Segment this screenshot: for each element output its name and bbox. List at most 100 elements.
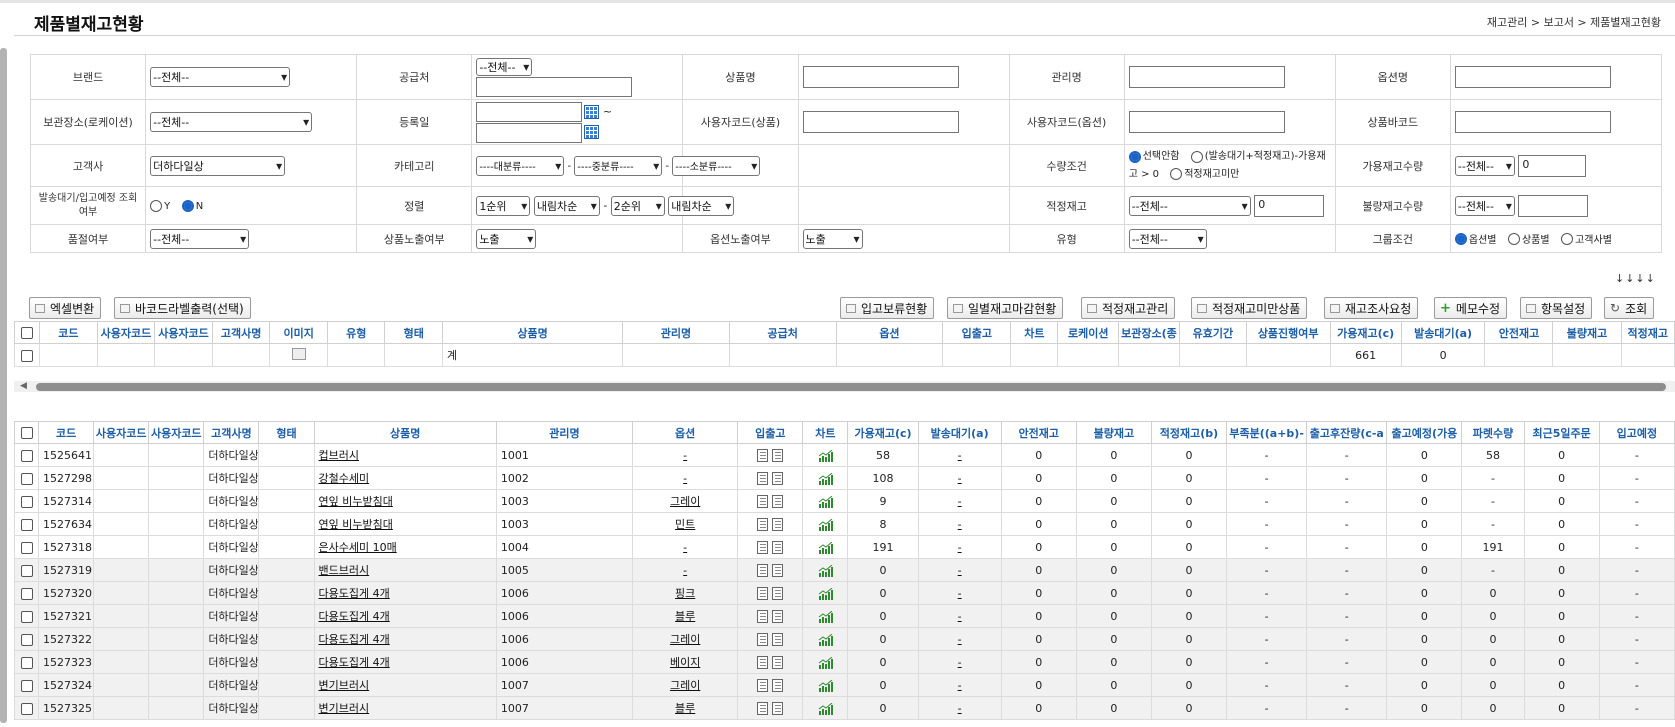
group-option-radio[interactable] — [1454, 232, 1467, 245]
under-proper-button[interactable]: 적정재고미만상품 — [1191, 297, 1308, 319]
table-row[interactable]: 1527324 더하다일상 변기브러시 1007 그레이 0-0 0 0- -0 0 0- — [13, 673, 1675, 697]
product-expose-select[interactable]: 노출 — [476, 228, 537, 249]
table-row[interactable]: 1527314 더하다일상 연잎 비누받침대 1003 그레이 9-0 0 0- -0-0- — [13, 489, 1675, 513]
outbound-doc-icon[interactable] — [772, 494, 784, 508]
proper-stock-button[interactable]: 적정재고관리 — [1081, 297, 1176, 319]
select-all-checkbox[interactable] — [13, 321, 41, 344]
customer-select[interactable]: 더하다일상 — [150, 155, 286, 176]
col-header[interactable]: 사용자코드 — [154, 321, 213, 344]
supplier-input[interactable] — [476, 76, 633, 97]
col-header[interactable]: 가용재고(c) — [847, 421, 919, 444]
wait-link[interactable]: - — [917, 558, 1002, 582]
col-header[interactable]: 불량재고 — [1552, 321, 1622, 344]
qty-condition-none-radio[interactable] — [1128, 150, 1141, 163]
column-settings-button[interactable]: 항목설정 — [1520, 297, 1593, 319]
chart-icon[interactable] — [818, 610, 833, 623]
wait-link[interactable]: - — [917, 466, 1002, 490]
memo-edit-button[interactable]: + 메모수정 — [1434, 297, 1508, 319]
barcode-print-button[interactable]: 바코드라벨출력(선택) — [114, 297, 251, 319]
soldout-select[interactable]: --전체-- — [150, 228, 250, 249]
outbound-doc-icon[interactable] — [772, 563, 784, 577]
wait-link[interactable]: - — [917, 673, 1002, 697]
row-checkbox[interactable] — [13, 512, 40, 536]
col-header[interactable]: 부족분((a+b)- — [1226, 421, 1308, 444]
col-header[interactable]: 안전재고 — [1484, 321, 1554, 344]
product-name-link[interactable]: 컵브러시 — [313, 443, 497, 467]
option-link[interactable]: - — [632, 443, 739, 467]
col-header[interactable]: 로케이션 — [1057, 321, 1120, 344]
col-header[interactable]: 가용재고(c) — [1329, 321, 1402, 344]
row-checkbox[interactable] — [13, 627, 40, 651]
outbound-doc-icon[interactable] — [772, 655, 784, 669]
excel-button[interactable]: 엑셀변환 — [29, 297, 102, 319]
table-row[interactable]: 1527298 더하다일상 강철수세미 1002-108-0 0 0- -0-0- — [13, 466, 1675, 490]
brand-select[interactable]: --전체-- — [150, 67, 291, 87]
product-name-link[interactable]: 다용도집게 4개 — [313, 627, 497, 651]
wait-link[interactable]: - — [917, 443, 1002, 467]
proper-stock-input[interactable]: 0 — [1254, 194, 1325, 217]
supplier-select[interactable]: --전체-- — [476, 57, 533, 76]
col-header[interactable]: 발송대기(a) — [1400, 321, 1486, 344]
table-row[interactable]: 1527322 더하다일상 다용도집게 4개 1006 그레이 0-0 0 0- -0 0 0- — [13, 627, 1675, 651]
product-name-link[interactable]: 변기브러시 — [313, 696, 497, 720]
chart-icon[interactable] — [818, 449, 833, 462]
product-name-link[interactable]: 변기브러시 — [313, 673, 497, 697]
group-customer-radio[interactable] — [1561, 232, 1574, 245]
col-header[interactable]: 유효기간 — [1178, 321, 1247, 344]
col-header[interactable]: 상품진행여부 — [1245, 321, 1331, 344]
row-checkbox[interactable] — [13, 489, 40, 513]
bad-qty-input[interactable] — [1518, 194, 1589, 217]
row-checkbox[interactable] — [13, 696, 40, 720]
chart-icon[interactable] — [818, 564, 833, 577]
location-select[interactable]: --전체-- — [150, 112, 313, 132]
scrollbar-thumb[interactable] — [36, 383, 1666, 391]
col-header[interactable]: 옵션 — [835, 321, 944, 344]
inbound-doc-icon[interactable] — [757, 494, 769, 508]
table-row[interactable]: 1527325 더하다일상 변기브러시 1007 블루 0-0 0 0- -0 0 0- — [13, 696, 1675, 720]
col-header[interactable]: 파렛수량 — [1461, 421, 1525, 444]
col-header[interactable]: 사용자코드 — [148, 421, 205, 444]
table-row[interactable]: 1527320 더하다일상 다용도집게 4개 1006 핑크 0-0 0 0- -0 0 0- — [13, 581, 1675, 605]
col-header[interactable]: 사용자코드 — [93, 421, 150, 444]
select-all-checkbox[interactable] — [13, 421, 40, 444]
option-expose-select[interactable]: 노출 — [802, 228, 863, 249]
sort-priority2-select[interactable]: 2순위 — [610, 195, 665, 216]
outbound-doc-icon[interactable] — [772, 471, 784, 485]
outbound-doc-icon[interactable] — [772, 701, 784, 715]
wait-link[interactable]: - — [917, 604, 1002, 628]
col-header[interactable]: 고객사명 — [211, 321, 271, 344]
row-checkbox[interactable] — [13, 650, 40, 674]
wait-link[interactable]: - — [917, 512, 1002, 536]
outbound-doc-icon[interactable] — [772, 448, 784, 462]
option-link[interactable]: 그레이 — [632, 489, 739, 513]
category-large-select[interactable]: ----대분류---- — [476, 155, 565, 176]
sort-priority1-select[interactable]: 1순위 — [476, 195, 531, 216]
col-header[interactable]: 출고후잔량(c-a — [1306, 421, 1388, 444]
col-header[interactable]: 관리명 — [495, 421, 634, 444]
inbound-doc-icon[interactable] — [757, 655, 769, 669]
col-header[interactable]: 사용자코드 — [96, 321, 156, 344]
table-row[interactable]: 1527323 더하다일상 다용도집게 4개 1006 베이지 0-0 0 0- -0 0 0- — [13, 650, 1675, 674]
reg-date-start[interactable] — [476, 101, 583, 122]
chart-icon[interactable] — [818, 702, 833, 715]
manage-name-input[interactable] — [1128, 66, 1285, 88]
calendar-icon[interactable] — [584, 125, 600, 139]
product-name-link[interactable]: 다용도집게 4개 — [313, 650, 497, 674]
product-name-link[interactable]: 연잎 비누받침대 — [313, 489, 497, 513]
inbound-doc-icon[interactable] — [757, 586, 769, 600]
row-checkbox[interactable] — [13, 343, 41, 367]
category-mid-select[interactable]: ----중분류---- — [574, 155, 663, 176]
outbound-doc-icon[interactable] — [772, 517, 784, 531]
chart-icon[interactable] — [818, 679, 833, 692]
option-link[interactable]: 블루 — [632, 604, 739, 628]
col-header[interactable]: 관리명 — [622, 321, 730, 344]
col-header[interactable]: 상품명 — [442, 321, 624, 344]
col-header[interactable]: 이미지 — [269, 321, 328, 344]
user-code-product-input[interactable] — [802, 111, 959, 133]
option-link[interactable]: 베이지 — [632, 650, 739, 674]
inbound-doc-icon[interactable] — [757, 632, 769, 646]
daily-close-button[interactable]: 일별재고마감현황 — [947, 297, 1064, 319]
col-header[interactable]: 불량재고 — [1075, 421, 1152, 444]
inbound-doc-icon[interactable] — [757, 517, 769, 531]
group-product-radio[interactable] — [1507, 232, 1520, 245]
